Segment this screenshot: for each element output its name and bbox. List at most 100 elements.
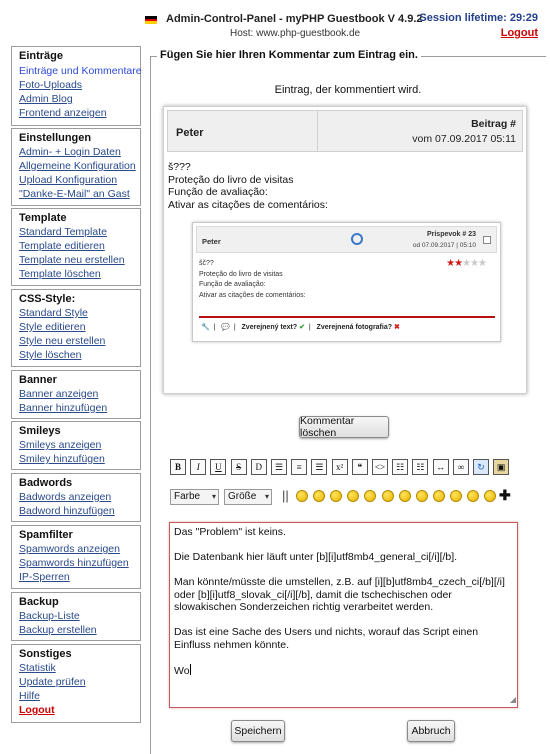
more-smileys-icon[interactable]: ✚ (499, 487, 511, 504)
sidebar-item-style-neu[interactable]: Style neu erstellen (19, 335, 105, 347)
sidebar-item-style-editieren[interactable]: Style editieren (19, 321, 86, 333)
embedded-screenshot: Peter Príspevok # 23 od 07.09.2017 | 05:… (192, 222, 501, 342)
sidebar-box-badwords: Badwords Badwords anzeigen Badword hinzu… (11, 473, 141, 522)
sidebar-item-template-loeschen[interactable]: Template löschen (19, 268, 101, 280)
header-bar: Admin-Control-Panel - myPHP Guestbook V … (0, 0, 550, 44)
smiley-icon[interactable] (381, 490, 394, 502)
bbcode-toolbar: B I U S D ☰ ≡ ☰ x² ❝ <> ☷ ☷ ↔ ∞ ↻ ▣ (170, 459, 520, 477)
quote-icon[interactable]: ❝ (351, 459, 368, 475)
underline-icon[interactable]: U (210, 459, 227, 475)
image-icon[interactable]: ▣ (493, 459, 510, 475)
strike-icon[interactable]: S (230, 459, 247, 475)
italic-icon[interactable]: I (190, 459, 207, 475)
entry-line: Função de avaliação: (168, 186, 268, 198)
sidebar-item-template-neu[interactable]: Template neu erstellen (19, 254, 125, 266)
fieldset-legend: Fügen Sie hier Ihren Kommentar zum Eintr… (157, 49, 421, 61)
sidebar-item-statistik[interactable]: Statistik (19, 662, 56, 674)
inner-number: Príspevok # 23 (426, 231, 476, 238)
sidebar-item-badword-hinzufuegen[interactable]: Badword hinzufügen (19, 505, 115, 517)
sidebar-item-foto-uploads[interactable]: Foto-Uploads (19, 79, 82, 91)
sidebar-heading: Einstellungen (19, 132, 92, 144)
entry-author: Peter (176, 127, 204, 139)
sync-icon (351, 233, 363, 245)
chevron-down-icon: ▾ (264, 492, 269, 501)
sidebar-item-spamwords-hinzufuegen[interactable]: Spamwords hinzufügen (19, 557, 129, 569)
inner-line: Função de avaliação: (199, 281, 266, 288)
comment-textarea[interactable]: Das "Problem" ist keins. Die Datenbank h… (169, 522, 518, 708)
size-select[interactable]: Größe ▾ (224, 489, 272, 505)
sidebar-item-eintraege-kommentare[interactable]: Einträge und Kommentare (19, 65, 142, 77)
sidebar-box-einstellungen: Einstellungen Admin- + Login Daten Allge… (11, 128, 141, 206)
sidebar-item-template-editieren[interactable]: Template editieren (19, 240, 105, 252)
align-right-icon[interactable]: ☰ (311, 459, 328, 475)
sidebar-heading: Sonstiges (19, 648, 72, 660)
sidebar-box-css: CSS-Style: Standard Style Style editiere… (11, 289, 141, 367)
sidebar-item-spamwords-anzeigen[interactable]: Spamwords anzeigen (19, 543, 120, 555)
published-text-label: Zverejnený text? (241, 324, 298, 331)
sidebar-item-standard-template[interactable]: Standard Template (19, 226, 107, 238)
smiley-icon[interactable] (467, 490, 479, 502)
sidebar-item-smileys-anzeigen[interactable]: Smileys anzeigen (19, 439, 101, 451)
sidebar-item-logout[interactable]: Logout (19, 704, 55, 716)
smiley-icon[interactable] (432, 490, 445, 502)
star-icon: ★ (462, 258, 471, 269)
sidebar-item-ip-sperren[interactable]: IP-Sperren (19, 571, 70, 583)
code-icon[interactable]: <> (372, 459, 388, 475)
textarea-line: Wo (174, 664, 190, 677)
bold-icon[interactable]: B (170, 459, 186, 475)
sidebar-item-danke-email[interactable]: "Danke-E-Mail" an Gast (19, 188, 130, 200)
header-logout-link[interactable]: Logout (501, 27, 538, 39)
inner-text: šč?? Proteção do livro de visitas Função… (199, 259, 306, 301)
inner-line: šč?? (199, 260, 214, 267)
sidebar-item-frontend[interactable]: Frontend anzeigen (19, 107, 107, 119)
sidebar-item-banner-anzeigen[interactable]: Banner anzeigen (19, 388, 98, 400)
sync-icon[interactable]: ↻ (473, 459, 489, 475)
sidebar-item-badwords-anzeigen[interactable]: Badwords anzeigen (19, 491, 111, 503)
smiley-icon[interactable] (313, 490, 326, 502)
sidebar-box-banner: Banner Banner anzeigen Banner hinzufügen (11, 370, 141, 419)
sidebar-item-banner-hinzufuegen[interactable]: Banner hinzufügen (19, 402, 107, 414)
smiley-icon[interactable] (296, 490, 308, 502)
sidebar-item-upload-konfig[interactable]: Upload Konfiguration (19, 174, 117, 186)
align-left-icon[interactable]: ☰ (271, 459, 287, 475)
hr-icon[interactable]: ↔ (432, 459, 449, 475)
color-select-value: Farbe (174, 491, 201, 502)
entry-line: Ativar as citações de comentários: (168, 198, 328, 211)
sidebar-heading: Badwords (19, 477, 73, 489)
dash-icon[interactable]: D (250, 459, 267, 475)
star-icon: ★ (470, 258, 479, 269)
smiley-icon[interactable] (449, 490, 462, 502)
sidebar-item-hilfe[interactable]: Hilfe (19, 690, 40, 702)
inner-date: od 07.09.2017 | 05:10 (412, 242, 476, 249)
sidebar-item-standard-style[interactable]: Standard Style (19, 307, 88, 319)
inner-checkbox (483, 236, 491, 244)
sidebar-item-update[interactable]: Update prüfen (19, 676, 86, 688)
align-center-icon[interactable]: ≡ (291, 459, 308, 475)
sidebar-heading: Template (19, 212, 67, 224)
textarea-line: Die Datenbank hier läuft unter [b][i]utf… (174, 551, 458, 563)
comment-icon: 💬 (221, 324, 230, 331)
delete-comment-button[interactable]: Kommentar löschen (299, 415, 389, 439)
sidebar-item-allg-konfig[interactable]: Allgemeine Konfiguration (19, 160, 136, 172)
sidebar-item-style-loeschen[interactable]: Style löschen (19, 349, 81, 361)
sidebar-heading: Backup (19, 596, 59, 608)
sidebar-item-admin-blog[interactable]: Admin Blog (19, 93, 73, 105)
link-icon[interactable]: ∞ (452, 459, 469, 475)
color-select[interactable]: Farbe ▾ (170, 489, 219, 505)
ordered-list-icon[interactable]: ☷ (412, 459, 429, 475)
session-lifetime: Session lifetime: 29:29 (419, 12, 538, 24)
list-icon[interactable]: ☷ (392, 459, 409, 475)
inner-footer: 🔧 | 💬 | Zverejnený text? ✔ | Zverejnená … (201, 324, 400, 331)
superscript-icon[interactable]: x² (331, 459, 348, 475)
sidebar-item-admin-login[interactable]: Admin- + Login Daten (19, 146, 121, 158)
smiley-icon[interactable] (415, 490, 428, 502)
resize-handle-icon[interactable]: ◢ (510, 694, 516, 707)
cancel-button[interactable]: Abbruch (407, 720, 455, 742)
smiley-icon[interactable] (398, 490, 411, 502)
sidebar-item-backup-liste[interactable]: Backup-Liste (19, 610, 80, 622)
sidebar-item-backup-erstellen[interactable]: Backup erstellen (19, 624, 97, 636)
sidebar-item-smiley-hinzufuegen[interactable]: Smiley hinzufügen (19, 453, 105, 465)
smiley-icon[interactable] (484, 490, 497, 502)
sidebar-box-backup: Backup Backup-Liste Backup erstellen (11, 592, 141, 641)
save-button[interactable]: Speichern (231, 720, 285, 742)
